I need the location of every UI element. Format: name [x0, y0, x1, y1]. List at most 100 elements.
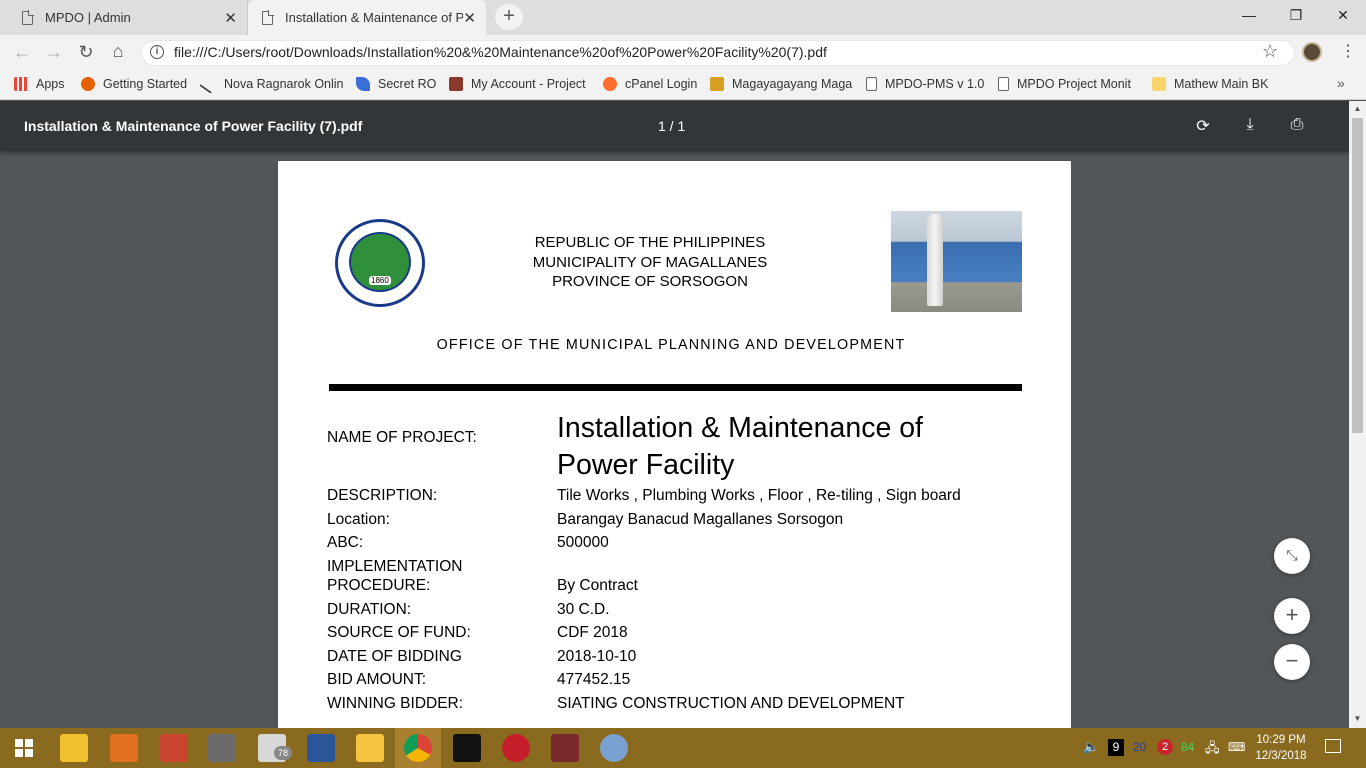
festival-icon [710, 77, 724, 91]
field-value: 477452.15 [557, 671, 631, 688]
zoom-out-button[interactable]: − [1274, 644, 1310, 680]
header-line-2: MUNICIPALITY OF MAGALLANES [532, 254, 768, 271]
bookmark-my-account[interactable]: My Account - Project [449, 70, 586, 98]
clock-time: 10:29 PM [1256, 734, 1306, 746]
chevron-more-icon[interactable]: » [1337, 75, 1345, 91]
scrollbar-thumb[interactable] [1352, 118, 1363, 433]
paint-icon[interactable] [600, 734, 628, 762]
terminal-icon[interactable] [453, 734, 481, 762]
info-icon[interactable]: i [150, 45, 164, 59]
tab-pdf-active[interactable]: Installation & Maintenance of Po ✕ [248, 0, 486, 35]
new-tab-button[interactable]: + [495, 4, 523, 30]
close-tab-icon[interactable]: ✕ [463, 9, 476, 27]
minimize-button[interactable]: — [1226, 0, 1272, 30]
close-tab-icon[interactable]: ✕ [224, 9, 237, 27]
volume-icon[interactable]: 🔈 [1083, 739, 1099, 755]
bookmark-cpanel[interactable]: cPanel Login [603, 70, 697, 98]
cpanel-icon [603, 77, 617, 91]
field-label: WINNING BIDDER: [327, 695, 464, 712]
field-value: By Contract [557, 577, 638, 594]
game-app-icon[interactable] [551, 734, 579, 762]
bookmark-star-icon[interactable]: ☆ [1262, 41, 1278, 62]
field-value: Tile Works , Plumbing Works , Floor , Re… [557, 487, 961, 504]
fit-page-button[interactable]: ⤡ [1274, 538, 1310, 574]
tray-badge[interactable]: 84 [1181, 740, 1194, 754]
office-title: OFFICE OF THE MUNICIPAL PLANNING AND DEV… [436, 337, 906, 353]
field-label: DATE OF BIDDING [327, 648, 462, 665]
folder-icon [1152, 77, 1166, 91]
tray-badge[interactable]: 2 [1157, 739, 1173, 755]
bookmark-getting-started[interactable]: Getting Started [81, 70, 187, 98]
home-icon[interactable]: ⌂ [106, 41, 130, 61]
store-icon[interactable] [60, 734, 88, 762]
field-label: PROCEDURE: [327, 577, 431, 594]
game-icon [449, 77, 463, 91]
project-label: NAME OF PROJECT: [327, 429, 477, 446]
download-icon[interactable]: ⤓ [1239, 116, 1261, 136]
scroll-down-icon[interactable]: ▼ [1352, 714, 1363, 723]
chrome-icon[interactable] [404, 734, 432, 762]
field-value: 30 C.D. [557, 601, 610, 618]
page-icon [22, 9, 34, 25]
field-label: BID AMOUNT: [327, 671, 427, 688]
tab-mpdo-admin[interactable]: MPDO | Admin ✕ [8, 0, 248, 35]
t-app-icon[interactable] [502, 734, 530, 762]
profile-avatar[interactable] [1302, 42, 1322, 62]
restore-button[interactable]: ❐ [1273, 0, 1319, 30]
bookmark-mathew-main-bk[interactable]: Mathew Main BK [1152, 70, 1268, 98]
bookmark-magayagayang[interactable]: Magayagayang Maga [710, 70, 852, 98]
firefox-icon [81, 77, 95, 91]
bookmark-nova-ragnarok[interactable]: Nova Ragnarok Onlin [199, 70, 344, 98]
notifications-icon[interactable] [1325, 739, 1341, 753]
sword-icon [199, 74, 219, 94]
field-value: Barangay Banacud Magallanes Sorsogon [557, 511, 844, 528]
feather-icon [356, 77, 370, 91]
project-name: Installation & Maintenance of Power Faci… [557, 412, 923, 481]
back-arrow-icon[interactable]: ← [10, 42, 34, 62]
game-controller-icon[interactable] [208, 734, 236, 762]
zoom-in-button[interactable]: + [1274, 598, 1310, 634]
clock-date: 12/3/2018 [1255, 750, 1307, 762]
powerpoint-icon[interactable] [160, 734, 188, 762]
pdf-title: Installation & Maintenance of Power Faci… [24, 118, 363, 134]
tray-badge[interactable]: 20 [1133, 740, 1146, 754]
bookmark-mpdo-project-monitor[interactable]: MPDO Project Monit [998, 70, 1131, 98]
field-label: IMPLEMENTATION [327, 558, 463, 575]
print-icon[interactable]: ⎙ [1286, 116, 1308, 136]
close-window-button[interactable]: ✕ [1320, 0, 1366, 30]
keyboard-icon[interactable]: ⌨ [1228, 740, 1245, 754]
town-hall-photo [891, 211, 1022, 312]
mail-badge: 78 [274, 746, 292, 760]
bookmark-secret-ro[interactable]: Secret RO [356, 70, 436, 98]
bookmark-mpdo-pms[interactable]: MPDO-PMS v 1.0 [866, 70, 984, 98]
field-value: SIATING CONSTRUCTION AND DEVELOPMENT [557, 695, 905, 712]
clock[interactable]: 10:29 PM 12/3/2018 [1250, 732, 1312, 764]
page-indicator: 1 / 1 [658, 118, 686, 134]
bookmark-apps[interactable]: Apps [14, 70, 65, 98]
page-icon [262, 9, 274, 25]
field-label: SOURCE OF FUND: [327, 624, 471, 641]
menu-dots-icon[interactable]: ⋮ [1340, 41, 1356, 61]
tray-badge[interactable]: 9 [1108, 739, 1124, 756]
tab-label: MPDO | Admin [45, 10, 131, 25]
page-icon [866, 77, 877, 91]
forward-arrow-icon[interactable]: → [42, 42, 66, 62]
field-label: DURATION: [327, 601, 412, 618]
rotate-icon[interactable]: ⟳ [1192, 116, 1214, 136]
scroll-up-icon[interactable]: ▲ [1352, 104, 1363, 113]
file-explorer-icon[interactable] [356, 734, 384, 762]
apps-grid-icon [14, 77, 28, 91]
page-icon [998, 77, 1009, 91]
reload-icon[interactable]: ↻ [74, 42, 98, 62]
seal-year: 1860 [369, 276, 391, 285]
url-text[interactable]: file:///C:/Users/root/Downloads/Installa… [174, 44, 827, 60]
network-icon[interactable]: 🖧 [1205, 739, 1220, 761]
field-value: CDF 2018 [557, 624, 628, 641]
monument-image [927, 214, 943, 306]
media-player-icon[interactable] [110, 734, 138, 762]
divider-rule [329, 384, 1022, 391]
windows-start-icon[interactable] [15, 739, 33, 757]
field-label: Location: [327, 511, 390, 528]
field-label: DESCRIPTION: [327, 487, 438, 504]
word-icon[interactable] [307, 734, 335, 762]
